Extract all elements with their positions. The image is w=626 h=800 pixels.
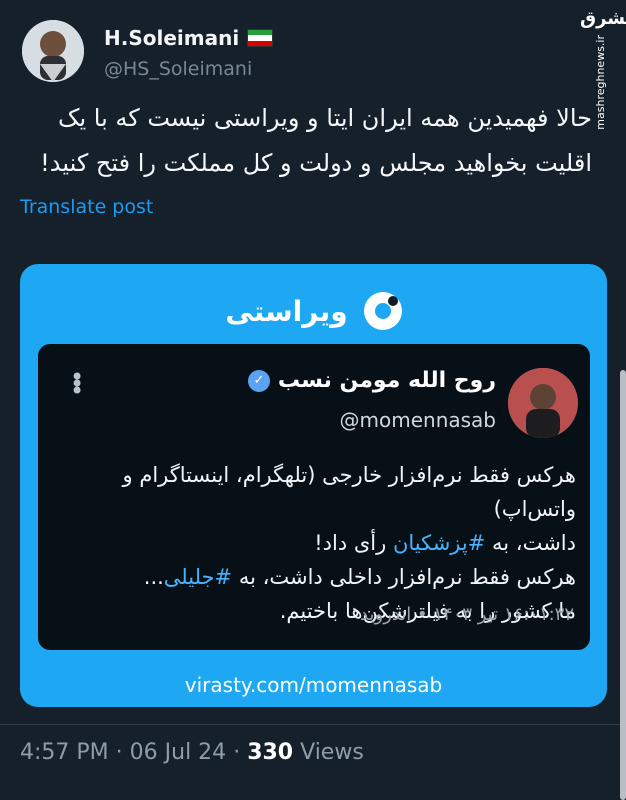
watermark-logo: مشرق <box>580 8 626 29</box>
embedded-date: ۱۶:۰۱:۳۲ تیر ۱۴۰۳ • اندروید <box>359 604 574 625</box>
hashtag-pezeshkian[interactable]: #پزشکیان <box>393 531 485 555</box>
embedded-line-2-after: رأی داد! <box>314 531 387 555</box>
avatar[interactable] <box>22 20 84 82</box>
views-count[interactable]: 330 <box>247 740 293 765</box>
tweet-line-1: حالا فهمیدین همه ایران ایتا و ویراستی نی… <box>58 104 592 132</box>
more-options-icon[interactable]: • • • <box>70 365 84 403</box>
meta-separator: · <box>115 740 123 765</box>
embedded-line-2-before: داشت، به <box>492 531 576 555</box>
post-date[interactable]: 06 Jul 24 <box>130 740 227 765</box>
scrollbar[interactable] <box>620 370 626 800</box>
author-name[interactable]: H.Soleimani <box>104 26 239 50</box>
embedded-author-name-row[interactable]: روح الله مومن نسب ✓ <box>247 368 496 393</box>
verified-icon: ✓ <box>247 369 270 392</box>
iran-flag-icon <box>247 29 274 47</box>
tweet-text: حالا فهمیدین همه ایران ایتا و ویراستی نی… <box>22 96 592 186</box>
translate-link[interactable]: Translate post <box>20 196 153 218</box>
embedded-line-3-after: ... <box>143 565 164 589</box>
avatar-image <box>22 20 84 82</box>
embedded-line-3: هرکس فقط نرم‌افزار داخلی داشت، به #جلیلی… <box>56 560 576 594</box>
watermark-url: mashreghnews.ir <box>593 35 607 130</box>
embedded-post[interactable]: روح الله مومن نسب ✓ @momennasab • • • هرکس… <box>38 344 590 650</box>
virasty-brand-text: ویراستی <box>225 294 348 328</box>
embedded-line-1: هرکس فقط نرم‌افزار خارجی (تلهگرام، اینست… <box>122 463 576 521</box>
post-meta: 4:57 PM · 06 Jul 24 · 330 Views <box>20 740 364 765</box>
author-name-row[interactable]: H.Soleimani <box>104 26 274 50</box>
virasty-logo-icon <box>363 292 402 330</box>
views-label: Views <box>300 740 364 765</box>
embedded-avatar-image <box>508 368 578 438</box>
embedded-handle[interactable]: @momennasab <box>340 408 496 432</box>
embedded-line-2: داشت، به #پزشکیان رأی داد! <box>56 526 576 560</box>
divider <box>0 724 626 725</box>
tweet-line-2: اقلیت بخواهید مجلس و دولت و کل مملکت را … <box>40 149 592 177</box>
hashtag-jalili[interactable]: #جلیلی <box>164 565 232 589</box>
virasty-brand: ویراستی <box>20 282 607 340</box>
embedded-line-3-before: هرکس فقط نرم‌افزار داخلی داشت، به <box>238 565 576 589</box>
meta-separator-2: · <box>233 740 241 765</box>
author-handle[interactable]: @HS_Soleimani <box>104 58 252 80</box>
embedded-author-name[interactable]: روح الله مومن نسب <box>278 368 496 393</box>
post-time[interactable]: 4:57 PM <box>20 740 109 765</box>
embedded-avatar[interactable] <box>508 368 578 438</box>
card-link[interactable]: virasty.com/momennasab <box>20 673 607 697</box>
embedded-card[interactable]: ویراستی روح الله مومن نسب ✓ @momennasab … <box>20 264 607 707</box>
embedded-text: هرکس فقط نرم‌افزار خارجی (تلهگرام، اینست… <box>56 458 576 628</box>
